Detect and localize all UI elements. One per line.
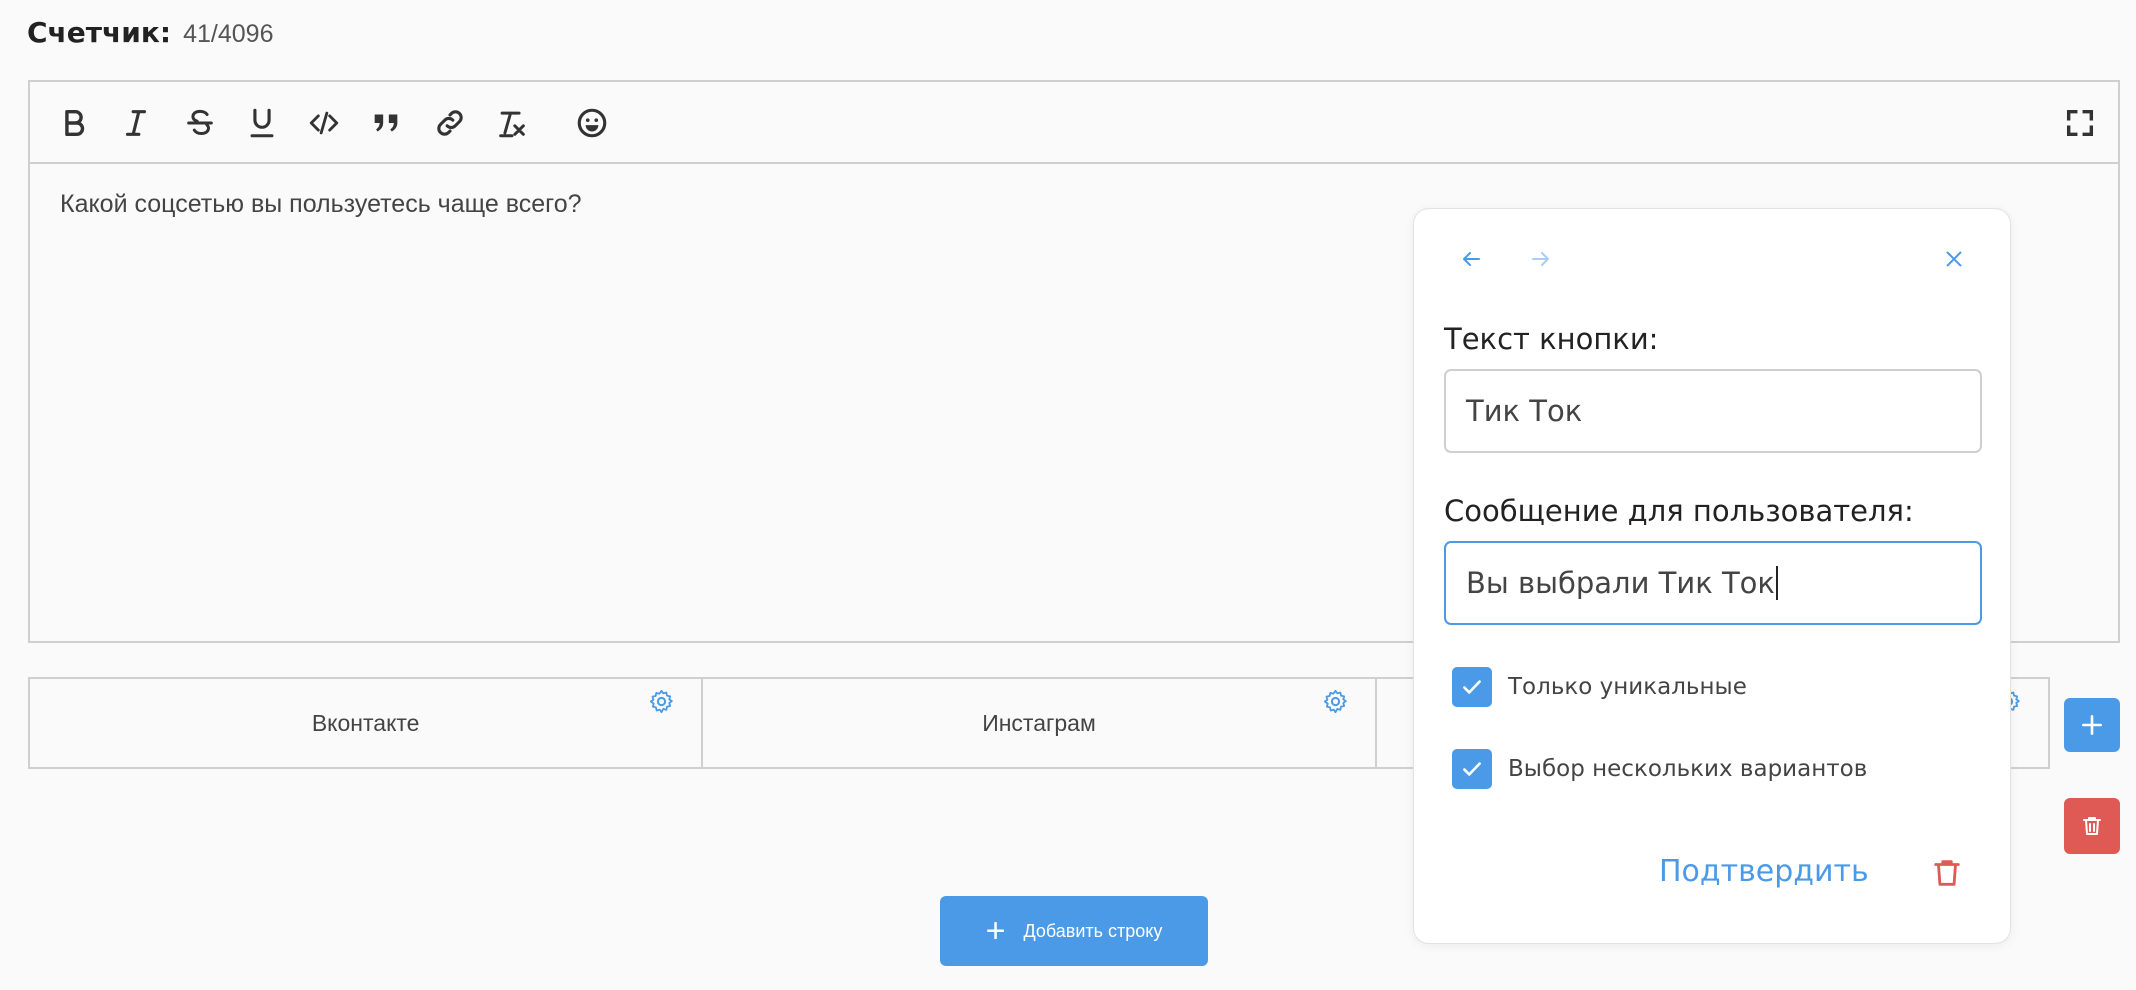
arrow-right-icon[interactable] bbox=[1521, 239, 1561, 279]
emoji-icon[interactable] bbox=[572, 103, 612, 143]
bold-icon[interactable] bbox=[54, 103, 94, 143]
plus-icon bbox=[2082, 715, 2102, 735]
confirm-button[interactable]: Подтвердить bbox=[1659, 854, 1869, 889]
link-icon[interactable] bbox=[430, 103, 470, 143]
user-message-value: Вы выбрали Тик Ток bbox=[1466, 566, 1775, 600]
fullscreen-icon[interactable] bbox=[2060, 103, 2100, 143]
multiple-choice-checkbox[interactable]: Выбор нескольких вариантов bbox=[1452, 749, 1867, 789]
clear-format-icon[interactable] bbox=[492, 103, 532, 143]
checkbox-label: Выбор нескольких вариантов bbox=[1508, 756, 1868, 782]
checkbox-checked-icon[interactable] bbox=[1452, 667, 1492, 707]
row-button-instagram[interactable]: Инстаграм bbox=[703, 679, 1377, 767]
button-text-label: Текст кнопки: bbox=[1444, 322, 1659, 356]
editor-toolbar bbox=[30, 82, 2118, 164]
button-text-value: Тик Ток bbox=[1466, 394, 1583, 428]
strikethrough-icon[interactable] bbox=[180, 103, 220, 143]
row-button-label: Вконтакте bbox=[311, 709, 420, 736]
counter-label: Счетчик: bbox=[27, 16, 172, 49]
quote-icon[interactable] bbox=[366, 103, 406, 143]
counter-value: 41/4096 bbox=[183, 20, 274, 48]
row-button-vk[interactable]: Вконтакте bbox=[30, 679, 704, 767]
gear-icon[interactable] bbox=[1322, 688, 1349, 715]
add-row-label: Добавить строку bbox=[1023, 920, 1163, 941]
button-settings-popup: Текст кнопки: Тик Ток Сообщение для поль… bbox=[1413, 208, 2011, 944]
delete-row-button[interactable] bbox=[2064, 798, 2120, 854]
row-button-label: Инстаграм bbox=[982, 709, 1096, 736]
close-icon[interactable] bbox=[1934, 239, 1974, 279]
button-text-input[interactable]: Тик Ток bbox=[1444, 369, 1982, 453]
counter: Счетчик: 41/4096 bbox=[27, 16, 273, 50]
trash-icon bbox=[2083, 817, 2101, 835]
user-message-input[interactable]: Вы выбрали Тик Ток bbox=[1444, 541, 1982, 625]
user-message-label: Сообщение для пользователя: bbox=[1444, 494, 1914, 528]
code-icon[interactable] bbox=[304, 103, 344, 143]
add-button-to-row-button[interactable] bbox=[2064, 698, 2120, 752]
checkbox-checked-icon[interactable] bbox=[1452, 749, 1492, 789]
checkbox-label: Только уникальные bbox=[1508, 674, 1747, 700]
underline-icon[interactable] bbox=[242, 103, 282, 143]
text-caret bbox=[1775, 566, 1778, 600]
plus-icon: + bbox=[985, 912, 1006, 950]
arrow-left-icon[interactable] bbox=[1451, 239, 1491, 279]
gear-icon[interactable] bbox=[648, 688, 675, 715]
add-row-button[interactable]: + Добавить строку bbox=[940, 896, 1208, 966]
italic-icon[interactable] bbox=[116, 103, 156, 143]
unique-only-checkbox[interactable]: Только уникальные bbox=[1452, 667, 1747, 707]
trash-icon[interactable] bbox=[1930, 855, 1964, 891]
